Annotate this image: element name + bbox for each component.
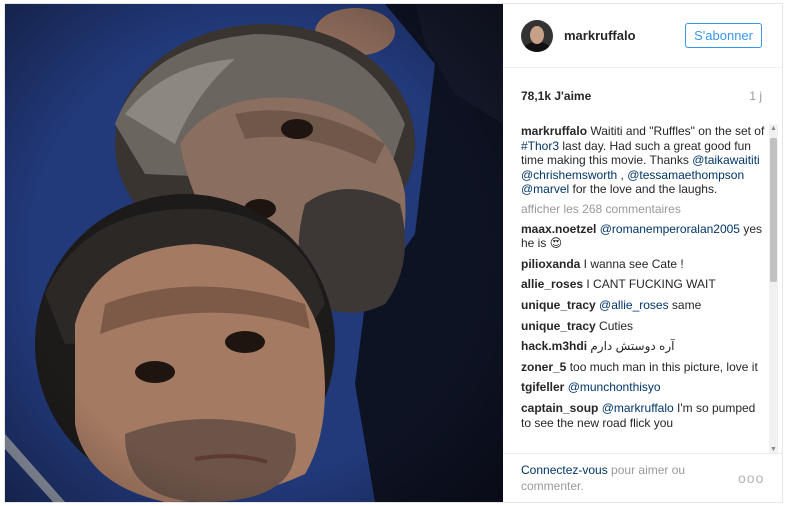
comment-item: unique_tracy @allie_roses same (521, 298, 766, 313)
comment-text: I wanna see Cate ! (580, 256, 684, 271)
caption-text: for the love and the laughs. (569, 182, 718, 197)
comment-item: allie_roses I CANT FUCKING WAIT (521, 277, 766, 292)
scrollbar-thumb[interactable] (770, 138, 777, 282)
username-link[interactable]: markruffalo (564, 28, 685, 43)
post-stats: 78,1k J'aime 1 j (503, 68, 782, 124)
hashtag-link[interactable]: #Thor3 (521, 139, 559, 153)
mention-link[interactable]: @tessamaethompson (627, 168, 744, 182)
comments-list: markruffalo Waititi and "Ruffles" on the… (503, 124, 782, 430)
post-dialog: markruffalo S'abonner 78,1k J'aime 1 j m… (4, 3, 783, 503)
mention-link[interactable]: @marvel (521, 182, 569, 196)
post-timestamp[interactable]: 1 j (749, 89, 762, 103)
comments-section[interactable]: markruffalo Waititi and "Ruffles" on the… (503, 124, 782, 454)
comment-text: Cuties (595, 318, 634, 333)
photo-illustration (5, 4, 503, 502)
scroll-down-arrow-icon[interactable]: ▼ (769, 445, 778, 453)
comment-username[interactable]: captain_soup (521, 401, 598, 415)
post-header: markruffalo S'abonner (503, 4, 782, 68)
comment-mention[interactable]: @romanemperoralan2005 (600, 222, 740, 236)
avatar[interactable] (521, 19, 553, 52)
comment-item: unique_tracy Cuties (521, 319, 766, 334)
comment-username[interactable]: pilioxanda (521, 257, 580, 271)
comment-text: آره دوستش دارم (587, 339, 675, 354)
caption-username[interactable]: markruffalo (521, 124, 587, 138)
comments-scrollbar[interactable]: ▲ ▼ (769, 124, 778, 453)
comment-mention[interactable]: @allie_roses (599, 298, 669, 312)
comment-text: I CANT FUCKING WAIT (583, 277, 716, 292)
scroll-up-arrow-icon[interactable]: ▲ (769, 124, 778, 133)
comment-item: tgifeller @munchonthisyo (521, 380, 766, 395)
comment-mention[interactable]: @munchonthisyo (568, 380, 661, 394)
login-link[interactable]: Connectez-vous (521, 463, 608, 477)
post-footer: Connectez-vous pour aimer ou commenter. … (503, 454, 782, 502)
mention-link[interactable]: @chrishemsworth (521, 168, 617, 182)
follow-button[interactable]: S'abonner (685, 23, 762, 48)
more-options-icon[interactable]: ooo (738, 470, 763, 486)
comment-username[interactable]: allie_roses (521, 277, 583, 291)
comment-mention[interactable]: @markruffalo (602, 401, 674, 415)
comment-item: pilioxanda I wanna see Cate ! (521, 257, 766, 272)
caption-text: Waititi and "Ruffles" on the set of (587, 124, 765, 138)
comment-item: maax.noetzel @romanemperoralan2005 yes h… (521, 222, 766, 251)
comment-text: same (668, 297, 702, 312)
comment-username[interactable]: unique_tracy (521, 298, 596, 312)
likes-count[interactable]: 78,1k J'aime (521, 89, 591, 103)
post-sidebar: markruffalo S'abonner 78,1k J'aime 1 j m… (503, 4, 782, 502)
mention-link[interactable]: @taikawaititi (692, 153, 760, 167)
comment-username[interactable]: unique_tracy (521, 319, 596, 333)
comment-username[interactable]: zoner_5 (521, 360, 566, 374)
comment-text: too much man in this picture, love it (566, 359, 758, 374)
comment-username[interactable]: hack.m3hdi (521, 339, 587, 353)
comment-username[interactable]: tgifeller (521, 380, 564, 394)
comment-item: hack.m3hdi آره دوستش دارم (521, 339, 766, 354)
caption-text: , (617, 167, 628, 182)
comment-item: captain_soup @markruffalo I'm so pumped … (521, 401, 766, 430)
login-prompt: Connectez-vous pour aimer ou commenter. (521, 462, 738, 494)
post-photo[interactable] (5, 4, 503, 502)
view-all-comments-link[interactable]: afficher les 268 commentaires (521, 202, 766, 217)
post-caption: markruffalo Waititi and "Ruffles" on the… (521, 124, 766, 197)
comment-username[interactable]: maax.noetzel (521, 222, 596, 236)
comment-item: zoner_5 too much man in this picture, lo… (521, 360, 766, 375)
